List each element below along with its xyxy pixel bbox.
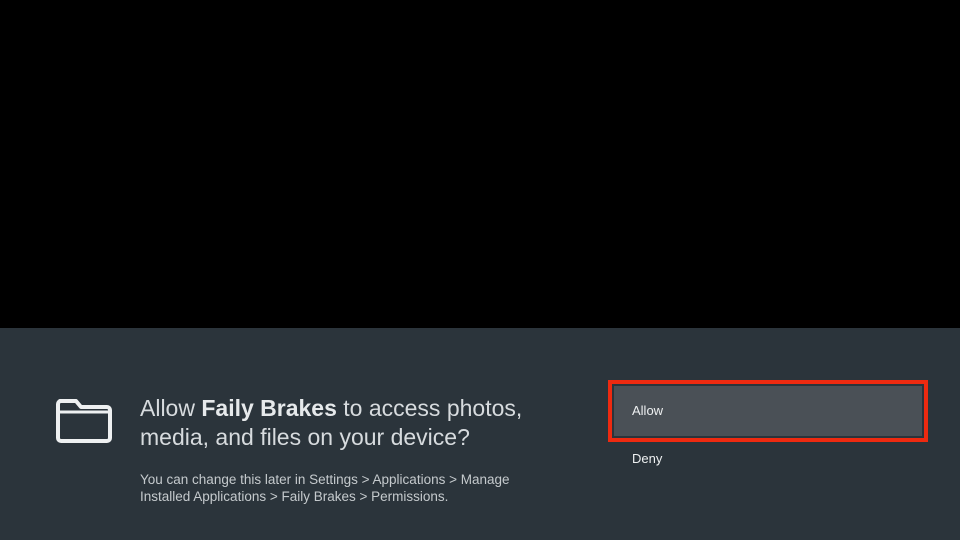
permission-title: Allow Faily Brakes to access photos, med… xyxy=(140,394,560,452)
allow-button[interactable]: Allow xyxy=(608,380,928,442)
folder-icon xyxy=(56,398,112,444)
permission-dialog: Allow Faily Brakes to access photos, med… xyxy=(0,328,960,540)
app-name: Faily Brakes xyxy=(201,395,337,421)
app-backdrop xyxy=(0,0,960,328)
permission-hint: You can change this later in Settings > … xyxy=(140,472,510,504)
deny-button-label: Deny xyxy=(632,451,663,466)
allow-button-label: Allow xyxy=(614,386,922,436)
title-prefix: Allow xyxy=(140,395,202,421)
permission-message: Allow Faily Brakes to access photos, med… xyxy=(140,394,560,505)
permission-screen: Allow Faily Brakes to access photos, med… xyxy=(0,0,960,540)
deny-button[interactable]: Deny xyxy=(608,442,928,476)
permission-actions: Allow Deny xyxy=(608,380,928,476)
